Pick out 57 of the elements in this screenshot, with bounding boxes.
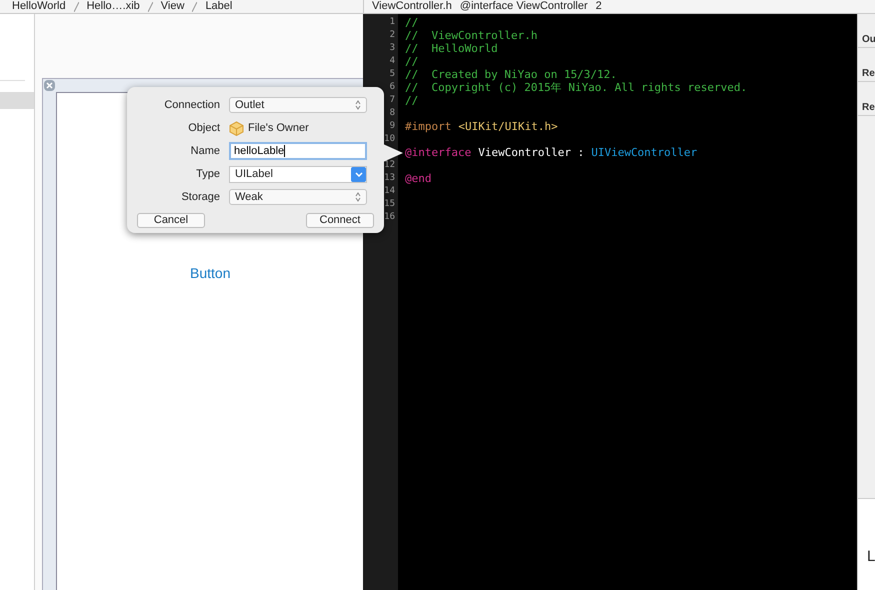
breadcrumb-item[interactable]: 2 — [596, 1, 602, 12]
field-label: Connection — [163, 98, 221, 113]
name-input[interactable]: helloLable — [229, 142, 367, 160]
code-token: // Copyright (c) 2015年 NiYao. All rights reserved. — [405, 81, 748, 94]
field-label: Type — [195, 166, 221, 182]
line-number: 3 — [390, 43, 395, 53]
select-field[interactable]: Outlet — [229, 97, 367, 113]
section-header[interactable]: Re — [862, 102, 875, 113]
code-token: // — [405, 16, 418, 29]
updown-icon — [355, 192, 361, 202]
field-label: Name — [190, 144, 221, 159]
code-token: ViewController : — [478, 146, 584, 159]
line-number: 4 — [390, 56, 395, 66]
breadcrumb-item[interactable]: View — [160, 1, 184, 12]
code-token: UIViewController — [591, 146, 698, 159]
dialog-button[interactable]: Connect — [306, 213, 374, 228]
inspector-label: L — [867, 548, 875, 565]
field-label: Storage — [180, 190, 221, 205]
chevron-icon — [351, 166, 366, 182]
section-header[interactable]: Re — [862, 68, 875, 79]
field-label: Object — [187, 120, 221, 136]
breadcrumb-item[interactable]: Label — [205, 1, 232, 12]
breadcrumb-item[interactable]: HelloWorld — [12, 1, 66, 12]
code-token: @end — [405, 172, 432, 185]
breadcrumb-item[interactable]: @interface ViewController — [460, 1, 588, 12]
line-number: 16 — [384, 212, 395, 222]
close-icon[interactable] — [44, 80, 55, 91]
line-number: 10 — [384, 134, 395, 144]
code-token: // — [405, 55, 418, 68]
line-number: 8 — [390, 108, 395, 118]
code-token: // ViewController.h — [405, 29, 538, 42]
line-number: 2 — [390, 30, 395, 40]
code-token: <UIKit/UIKit.h> — [458, 120, 558, 133]
line-number: 15 — [384, 199, 395, 209]
select-field[interactable]: Weak — [229, 189, 367, 205]
updown-icon — [355, 100, 361, 110]
cube-icon — [229, 120, 244, 136]
code-token: #import — [405, 120, 452, 133]
line-number: 13 — [384, 173, 395, 183]
line-number: 9 — [390, 121, 395, 131]
dialog-button[interactable]: Cancel — [137, 213, 205, 228]
code-token: // Created by NiYao on 15/3/12. — [405, 68, 617, 81]
breadcrumb-item[interactable]: ViewController.h — [372, 1, 452, 12]
code-token: @interface — [405, 146, 472, 159]
code-token: // HelloWorld — [405, 42, 498, 55]
type-combo-box[interactable]: UILabel — [229, 166, 367, 182]
code-token: // — [405, 94, 418, 107]
breadcrumb-item[interactable]: Hello….xib — [86, 1, 140, 12]
line-number: 5 — [390, 69, 395, 79]
section-header[interactable]: Ou — [862, 34, 875, 45]
line-number: 14 — [384, 186, 395, 196]
line-number: 6 — [390, 82, 395, 92]
line-number: 12 — [384, 160, 395, 170]
line-number: 7 — [390, 95, 395, 105]
line-number: 1 — [390, 17, 395, 27]
canvas-button[interactable]: Button — [190, 263, 230, 284]
object-value: File's Owner — [248, 120, 309, 136]
